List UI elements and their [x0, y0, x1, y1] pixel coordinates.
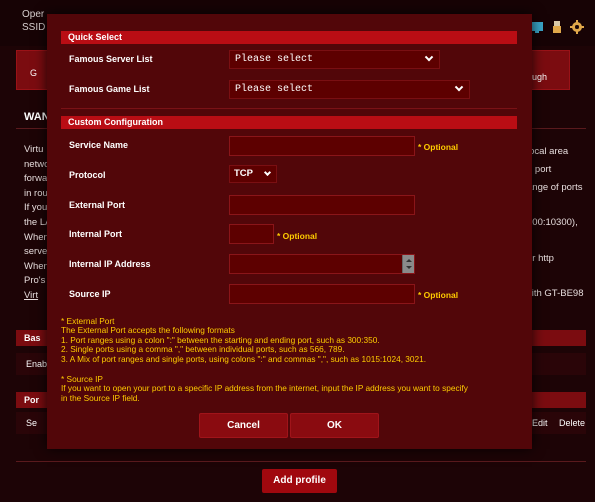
ssid-line-2: SSID	[22, 22, 46, 33]
external-port-label: External Port	[69, 200, 126, 210]
cancel-button[interactable]: Cancel	[199, 413, 288, 438]
chevron-down-icon	[424, 52, 434, 62]
tab-general[interactable]: G	[16, 50, 51, 90]
arrow-down-icon	[406, 266, 412, 269]
famous-server-value: Please select	[235, 54, 314, 65]
source-ip-optional: * Optional	[418, 290, 459, 300]
service-name-input[interactable]	[229, 136, 415, 156]
source-ip-input[interactable]	[229, 284, 415, 304]
description-right: local area e port ange of ports 200:1030…	[527, 143, 595, 303]
page-title: WAN	[24, 111, 50, 123]
source-ip-notes: * Source IP If you want to open your por…	[61, 374, 468, 403]
internal-port-label: Internal Port	[69, 229, 123, 239]
famous-server-select[interactable]: Please select	[229, 50, 440, 69]
internal-port-input[interactable]	[229, 224, 274, 244]
external-port-notes: * External Port The External Port accept…	[61, 316, 427, 364]
notes-line: 3. A Mix of port ranges and single ports…	[61, 353, 427, 364]
desc-line: 200:10300),	[527, 217, 578, 229]
col-edit: Edit	[532, 418, 548, 428]
service-name-optional: * Optional	[418, 142, 459, 152]
notes-line: in the Source IP field.	[61, 392, 140, 403]
protocol-label: Protocol	[69, 170, 106, 180]
ok-button[interactable]: OK	[290, 413, 379, 438]
protocol-select[interactable]: TCP	[229, 165, 277, 183]
desc-line: vith GT-BE98	[527, 288, 584, 300]
ssid-line-1: Oper	[22, 9, 45, 20]
gear-icon[interactable]	[570, 20, 584, 34]
famous-server-label: Famous Server List	[69, 54, 153, 64]
protocol-value: TCP	[234, 168, 253, 179]
famous-game-label: Famous Game List	[69, 84, 150, 94]
usb-icon[interactable]	[550, 20, 564, 34]
desc-line: local area	[527, 146, 569, 157]
col-delete: Delete	[559, 418, 586, 428]
external-port-input[interactable]	[229, 195, 415, 215]
desc-line: ange of ports	[527, 181, 583, 193]
desc-line: ur http	[527, 252, 554, 264]
tab-passthrough-line-2: ough	[527, 72, 548, 82]
quick-select-heading: Quick Select	[61, 31, 517, 44]
network-icon[interactable]	[530, 20, 544, 34]
bottom-divider	[16, 461, 586, 462]
list-col-service: Se	[26, 418, 38, 428]
ssid-info: Oper SSID	[22, 8, 45, 34]
desc-line	[527, 268, 595, 286]
famous-game-value: Please select	[235, 84, 314, 95]
desc-line: e port	[527, 163, 552, 175]
desc-line	[527, 232, 595, 250]
internal-ip-label: Internal IP Address	[69, 259, 151, 269]
internal-port-optional: * Optional	[277, 231, 318, 241]
port-forwarding-dialog: Quick Select Famous Server List Please s…	[47, 14, 532, 449]
chevron-down-icon	[454, 82, 464, 92]
internal-ip-input[interactable]	[229, 254, 415, 274]
source-ip-label: Source IP	[69, 289, 111, 299]
custom-config-heading: Custom Configuration	[61, 116, 517, 129]
desc-line	[527, 196, 595, 214]
chevron-down-icon	[263, 168, 272, 177]
section-divider	[61, 108, 517, 109]
service-name-label: Service Name	[69, 140, 129, 150]
tab-passthrough-line-1: r	[527, 62, 569, 72]
ip-list-stepper-icon[interactable]	[402, 255, 414, 273]
arrow-up-icon	[406, 259, 412, 262]
famous-game-select[interactable]: Please select	[229, 80, 470, 99]
add-profile-button[interactable]: Add profile	[262, 469, 337, 493]
